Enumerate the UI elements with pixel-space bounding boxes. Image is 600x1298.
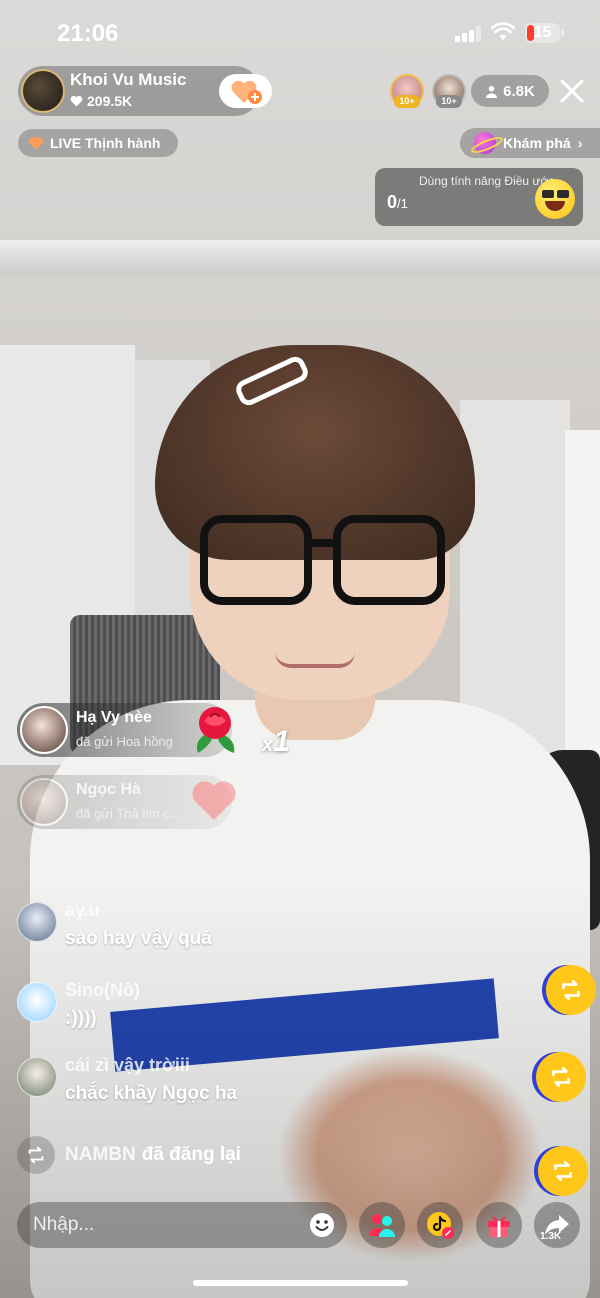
- floating-repost-button[interactable]: [538, 1146, 588, 1196]
- gift-box-icon: [488, 1216, 510, 1237]
- gift-action: đã gửi Thả tim c...: [76, 806, 181, 821]
- close-icon[interactable]: [559, 78, 585, 104]
- host-likes-count: 209.5K: [87, 93, 133, 109]
- explore-button[interactable]: Khám phá ›: [460, 128, 600, 158]
- floating-repost-button[interactable]: [546, 965, 596, 1015]
- comment-input[interactable]: Nhập...: [17, 1202, 347, 1248]
- chat-text: :)))): [65, 1008, 97, 1029]
- sunglasses-emoji-icon: [535, 179, 575, 219]
- gift-action: đã gửi Hoa hồng: [76, 734, 173, 749]
- battery-icon: 15: [525, 23, 560, 43]
- people-icon: [369, 1214, 395, 1237]
- heart-gift-icon: [192, 781, 236, 820]
- heart-icon: [29, 137, 43, 150]
- repost-icon: [552, 1067, 570, 1087]
- gift-combo-count: 1: [273, 725, 290, 758]
- follow-button[interactable]: [219, 74, 272, 108]
- share-count: 1.3K: [540, 1231, 562, 1242]
- battery-level: 15: [533, 24, 552, 41]
- repost-icon: [554, 1161, 572, 1181]
- ceiling-edge: [0, 240, 600, 274]
- chat-text: chắc khầy Ngọc ha: [65, 1083, 238, 1104]
- chat-avatar[interactable]: [17, 982, 57, 1022]
- smiley-icon: [310, 1213, 334, 1237]
- challenge-title: Dùng tính năng Điều ước: [419, 174, 555, 188]
- gift-combo: x1: [262, 725, 290, 758]
- chat-text: sao hay vậy quá: [65, 928, 212, 949]
- heart-icon: [70, 95, 83, 107]
- trending-live-button[interactable]: LIVE Thịnh hành: [18, 129, 178, 157]
- streamer-glasses: [200, 515, 445, 605]
- trending-label: LIVE Thịnh hành: [50, 135, 161, 151]
- emoji-button[interactable]: [303, 1206, 341, 1244]
- gifter-avatar[interactable]: [20, 778, 68, 826]
- explore-label: Khám phá: [503, 135, 571, 151]
- gifter-name: Hạ Vy nèe: [76, 709, 152, 726]
- repost-user: NAMBN: [65, 1144, 136, 1165]
- tiktok-discount-icon: [427, 1212, 454, 1239]
- chat-avatar[interactable]: [17, 902, 57, 942]
- home-indicator[interactable]: [193, 1280, 408, 1286]
- host-profile-pill[interactable]: Khoi Vu Music 209.5K: [18, 66, 272, 116]
- viewer-count-button[interactable]: 6.8K: [471, 75, 549, 107]
- chat-username: cái zì vậy trờiii: [65, 1055, 190, 1075]
- viewer-rank-badge: 10+: [394, 95, 420, 108]
- viewer-count: 6.8K: [503, 82, 535, 100]
- repost-text: đã đăng lại: [141, 1144, 241, 1165]
- person-icon: [486, 85, 498, 98]
- challenge-total: /1: [397, 196, 408, 211]
- floating-repost-button[interactable]: [536, 1052, 586, 1102]
- rose-gift-icon: [196, 707, 235, 753]
- chat-username: ay.u: [65, 900, 100, 920]
- viewer-rank-badge: 10+: [436, 95, 462, 108]
- wish-challenge-card[interactable]: Dùng tính năng Điều ước 0/1: [375, 168, 583, 226]
- repost-notice: NAMBN đã đăng lại: [17, 1136, 241, 1174]
- shop-promo-button[interactable]: [417, 1202, 463, 1248]
- status-time: 21:06: [57, 20, 119, 47]
- wifi-icon: [491, 22, 515, 40]
- challenge-progress: 0/1: [387, 192, 408, 213]
- chat-avatar[interactable]: [17, 1057, 57, 1097]
- planet-icon: [474, 132, 496, 154]
- repost-icon: [562, 980, 580, 1000]
- multi-guest-button[interactable]: [359, 1202, 405, 1248]
- chat-username: Sino(Nô): [65, 980, 140, 1000]
- repost-icon: [17, 1136, 55, 1174]
- challenge-count: 0: [387, 192, 398, 212]
- gifter-avatar[interactable]: [20, 706, 68, 754]
- chevron-right-icon: ›: [577, 135, 583, 151]
- gift-button[interactable]: [476, 1202, 522, 1248]
- comment-placeholder: Nhập...: [33, 1214, 95, 1235]
- cellular-signal-icon: [455, 26, 483, 42]
- streamer-mouth: [275, 652, 355, 668]
- host-likes: 209.5K: [70, 93, 132, 109]
- host-name: Khoi Vu Music: [70, 70, 187, 89]
- gifter-name: Ngọc Hà: [76, 781, 141, 798]
- host-avatar[interactable]: [21, 69, 65, 113]
- heart-plus-icon: [231, 80, 262, 104]
